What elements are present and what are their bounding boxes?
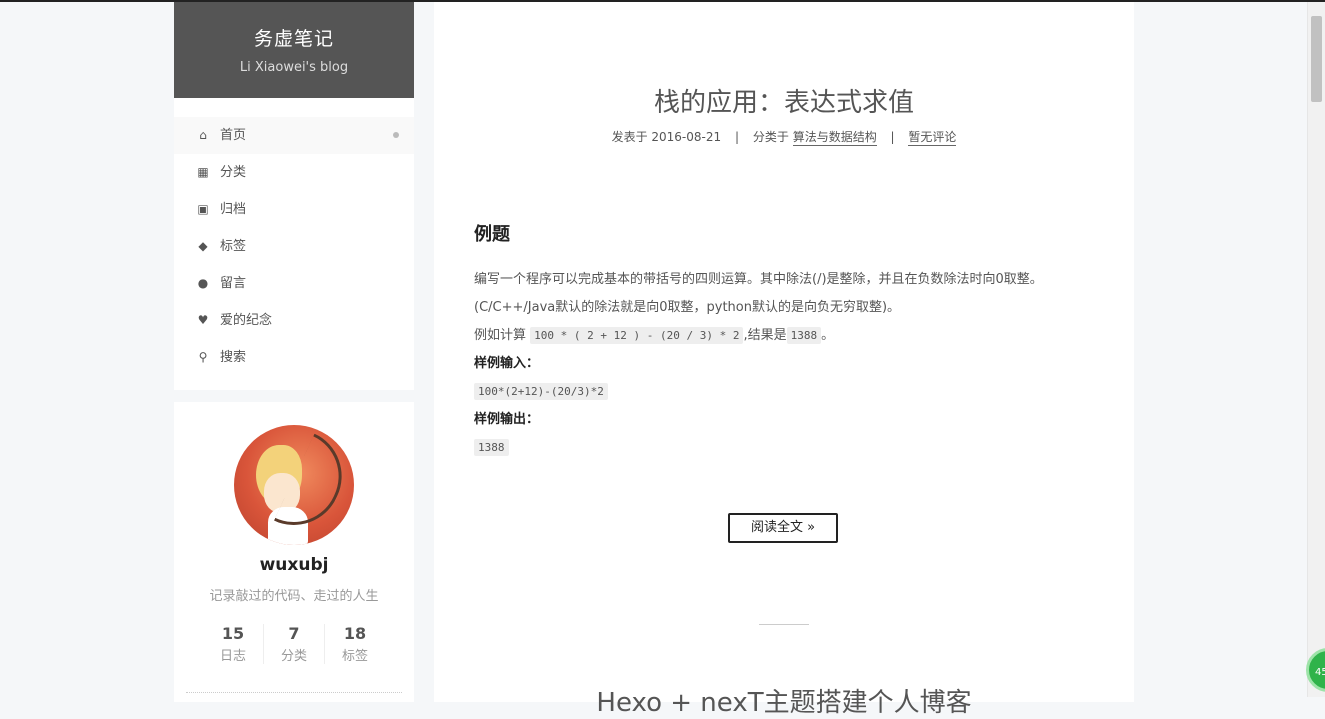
home-icon: ⌂ [199,128,207,142]
problem-description: 编写一个程序可以完成基本的带括号的四则运算。其中除法(/)是整除，并且在负数除法… [474,272,1043,315]
output-code: 1388 [474,439,509,456]
menu-item-label: 爱的纪念 [220,313,273,328]
post-excerpt: 例题 编写一个程序可以完成基本的带括号的四则运算。其中除法(/)是整除，并且在负… [474,220,1104,462]
search-icon: ⚲ [198,350,208,364]
category-link[interactable]: 算法与数据结构 [792,130,877,146]
divider [186,692,402,693]
site-subtitle: Li Xiaowei's blog [239,60,349,75]
menu-item-label: 搜索 [220,350,247,365]
menu-item-label: 首页 [220,128,247,143]
example-line: 例如计算 100 * ( 2 + 12 ) - (20 / 3) * 2 ,结果是… [474,327,835,344]
avatar [234,425,354,545]
stat-categories[interactable]: 7 分类 [263,624,324,664]
site-stats: 15 日志 7 分类 18 标签 [174,624,414,664]
stat-number: 18 [343,624,367,643]
post-date: 发表于 2016-08-21 [611,130,722,144]
section-heading: 例题 [474,224,510,245]
post-title[interactable]: 栈的应用：表达式求值 [434,82,1134,119]
tags-icon: ◆ [198,239,208,253]
output-label: 样例输出： [474,412,540,427]
category-prefix: 分类于 [752,130,789,144]
site-title[interactable]: 务虚笔记 [174,24,414,51]
comments-link[interactable]: 暂无评论 [908,130,957,146]
author-name: wuxubj [259,555,329,575]
site-brand[interactable]: 务虚笔记 Li Xiaowei's blog [174,2,414,98]
scrollbar-thumb[interactable] [1311,16,1322,102]
input-code: 100*(2+12)-(20/3)*2 [474,383,608,400]
stat-label: 日志 [219,649,246,664]
menu-item-archives[interactable]: ▣ 归档 [174,191,414,228]
input-label: 样例输入： [474,356,540,371]
stat-number: 15 [221,624,245,643]
stat-number: 7 [288,624,300,643]
stat-label: 标签 [341,649,368,664]
menu-item-label: 留言 [220,276,247,291]
example-code: 100 * ( 2 + 12 ) - (20 / 3) * 2 [530,327,744,344]
menu-item-guestbook[interactable]: ● 留言 [174,265,414,302]
read-more-button[interactable]: 阅读全文 » [728,513,838,543]
menu-item-memorial[interactable]: ♥ 爱的纪念 [174,302,414,339]
post-meta: 发表于 2016-08-21 | 分类于 算法与数据结构 | 暂无评论 [611,130,957,146]
post-divider [759,624,809,625]
author-profile: wuxubj 记录敲过的代码、走过的人生 15 日志 7 分类 18 标签 [174,402,414,702]
example-result: 1388 [786,327,822,344]
scrollbar[interactable] [1307,2,1325,697]
stat-tags[interactable]: 18 标签 [324,624,385,664]
author-description: 记录敲过的代码、走过的人生 [209,589,379,604]
menu-item-categories[interactable]: ▦ 分类 [174,154,414,191]
active-indicator [393,132,399,138]
stat-posts[interactable]: 15 日志 [203,624,263,664]
main-menu: ⌂ 首页 ▦ 分类 ▣ 归档 ◆ 标签 ● 留言 ♥ 爱的纪念 ⚲ 搜索 [174,98,414,390]
post-list: 栈的应用：表达式求值 发表于 2016-08-21 | 分类于 算法与数据结构 … [434,2,1134,718]
menu-item-label: 标签 [220,239,247,254]
heart-icon: ♥ [197,313,209,327]
menu-item-search[interactable]: ⚲ 搜索 [174,339,414,376]
calendar-icon: ▣ [197,202,209,216]
stat-label: 分类 [280,649,307,664]
menu-item-home[interactable]: ⌂ 首页 [174,117,414,154]
menu-item-label: 归档 [220,202,247,217]
grid-icon: ▦ [197,165,209,179]
menu-item-tags[interactable]: ◆ 标签 [174,228,414,265]
comment-icon: ● [197,276,209,290]
menu-item-label: 分类 [220,165,247,180]
next-post-title[interactable]: Hexo + nexT主题搭建个人博客 [434,682,1134,719]
